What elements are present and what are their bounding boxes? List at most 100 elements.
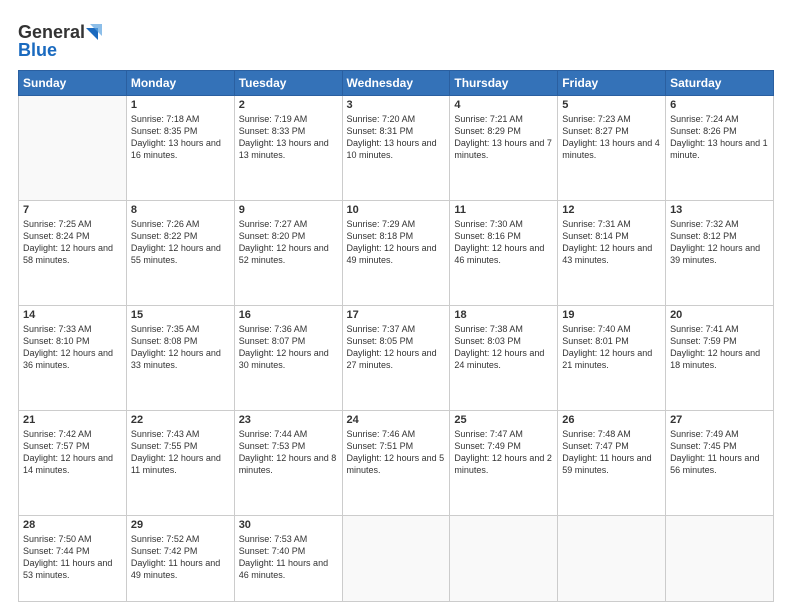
calendar-week-4: 21 Sunrise: 7:42 AMSunset: 7:57 PMDayligh… xyxy=(19,411,774,516)
day-number: 3 xyxy=(347,99,446,111)
logo-svg: General Blue xyxy=(18,18,108,60)
day-number: 24 xyxy=(347,414,446,426)
day-number: 17 xyxy=(347,309,446,321)
calendar-cell: 5 Sunrise: 7:23 AMSunset: 8:27 PMDaylight… xyxy=(558,96,666,201)
cell-content: Sunrise: 7:32 AMSunset: 8:12 PMDaylight:… xyxy=(670,218,769,267)
calendar-cell xyxy=(450,516,558,602)
cell-content: Sunrise: 7:30 AMSunset: 8:16 PMDaylight:… xyxy=(454,218,553,267)
calendar-cell: 1Sunrise: 7:18 AMSunset: 8:35 PMDaylight… xyxy=(126,96,234,201)
page-header: General Blue xyxy=(18,18,774,60)
day-number: 4 xyxy=(454,99,553,111)
calendar-cell: 23 Sunrise: 7:44 AMSunset: 7:53 PMDayligh… xyxy=(234,411,342,516)
calendar-cell xyxy=(342,516,450,602)
cell-content: Sunrise: 7:26 AMSunset: 8:22 PMDaylight:… xyxy=(131,218,230,267)
calendar-cell xyxy=(19,96,127,201)
day-number: 26 xyxy=(562,414,661,426)
calendar-cell: 3 Sunrise: 7:20 AMSunset: 8:31 PMDaylight… xyxy=(342,96,450,201)
calendar-cell: 11 Sunrise: 7:30 AMSunset: 8:16 PMDayligh… xyxy=(450,201,558,306)
weekday-header-saturday: Saturday xyxy=(666,71,774,96)
calendar-cell: 4 Sunrise: 7:21 AMSunset: 8:29 PMDaylight… xyxy=(450,96,558,201)
day-number: 14 xyxy=(23,309,122,321)
calendar-cell: 8 Sunrise: 7:26 AMSunset: 8:22 PMDaylight… xyxy=(126,201,234,306)
day-number: 12 xyxy=(562,204,661,216)
cell-content: Sunrise: 7:53 AMSunset: 7:40 PMDaylight:… xyxy=(239,533,338,582)
cell-content: Sunrise: 7:35 AMSunset: 8:08 PMDaylight:… xyxy=(131,323,230,372)
cell-content: Sunrise: 7:40 AMSunset: 8:01 PMDaylight:… xyxy=(562,323,661,372)
day-number: 27 xyxy=(670,414,769,426)
calendar-cell xyxy=(558,516,666,602)
calendar-week-1: 1Sunrise: 7:18 AMSunset: 8:35 PMDaylight… xyxy=(19,96,774,201)
cell-content: Sunrise: 7:36 AMSunset: 8:07 PMDaylight:… xyxy=(239,323,338,372)
day-number: 2 xyxy=(239,99,338,111)
day-number: 22 xyxy=(131,414,230,426)
day-number: 8 xyxy=(131,204,230,216)
svg-text:General: General xyxy=(18,22,85,42)
day-number: 9 xyxy=(239,204,338,216)
day-number: 13 xyxy=(670,204,769,216)
day-number: 20 xyxy=(670,309,769,321)
cell-content: Sunrise: 7:50 AMSunset: 7:44 PMDaylight:… xyxy=(23,533,122,582)
weekday-header-friday: Friday xyxy=(558,71,666,96)
day-number: 11 xyxy=(454,204,553,216)
day-number: 7 xyxy=(23,204,122,216)
cell-content: Sunrise: 7:41 AMSunset: 7:59 PMDaylight:… xyxy=(670,323,769,372)
weekday-header-thursday: Thursday xyxy=(450,71,558,96)
day-number: 23 xyxy=(239,414,338,426)
day-number: 18 xyxy=(454,309,553,321)
day-number: 21 xyxy=(23,414,122,426)
calendar-cell: 22 Sunrise: 7:43 AMSunset: 7:55 PMDayligh… xyxy=(126,411,234,516)
weekday-header-sunday: Sunday xyxy=(19,71,127,96)
cell-content: Sunrise: 7:48 AMSunset: 7:47 PMDaylight:… xyxy=(562,428,661,477)
cell-content: Sunrise: 7:24 AMSunset: 8:26 PMDaylight:… xyxy=(670,113,769,162)
calendar-cell: 20 Sunrise: 7:41 AMSunset: 7:59 PMDayligh… xyxy=(666,306,774,411)
calendar-cell: 28 Sunrise: 7:50 AMSunset: 7:44 PMDayligh… xyxy=(19,516,127,602)
day-number: 29 xyxy=(131,519,230,531)
day-number: 10 xyxy=(347,204,446,216)
calendar-cell: 25 Sunrise: 7:47 AMSunset: 7:49 PMDayligh… xyxy=(450,411,558,516)
calendar-cell xyxy=(666,516,774,602)
logo: General Blue xyxy=(18,18,108,60)
svg-text:Blue: Blue xyxy=(18,40,57,60)
calendar-cell: 10Sunrise: 7:29 AMSunset: 8:18 PMDayligh… xyxy=(342,201,450,306)
cell-content: Sunrise: 7:18 AMSunset: 8:35 PMDaylight:… xyxy=(131,113,230,162)
calendar-cell: 21 Sunrise: 7:42 AMSunset: 7:57 PMDayligh… xyxy=(19,411,127,516)
calendar-cell: 29 Sunrise: 7:52 AMSunset: 7:42 PMDayligh… xyxy=(126,516,234,602)
calendar-header-row: SundayMondayTuesdayWednesdayThursdayFrid… xyxy=(19,71,774,96)
day-number: 25 xyxy=(454,414,553,426)
calendar-cell: 17 Sunrise: 7:37 AMSunset: 8:05 PMDayligh… xyxy=(342,306,450,411)
calendar-cell: 30 Sunrise: 7:53 AMSunset: 7:40 PMDayligh… xyxy=(234,516,342,602)
calendar-cell: 2Sunrise: 7:19 AMSunset: 8:33 PMDaylight… xyxy=(234,96,342,201)
calendar-week-5: 28 Sunrise: 7:50 AMSunset: 7:44 PMDayligh… xyxy=(19,516,774,602)
cell-content: Sunrise: 7:23 AMSunset: 8:27 PMDaylight:… xyxy=(562,113,661,162)
calendar-cell: 13 Sunrise: 7:32 AMSunset: 8:12 PMDayligh… xyxy=(666,201,774,306)
cell-content: Sunrise: 7:52 AMSunset: 7:42 PMDaylight:… xyxy=(131,533,230,582)
cell-content: Sunrise: 7:49 AMSunset: 7:45 PMDaylight:… xyxy=(670,428,769,477)
cell-content: Sunrise: 7:42 AMSunset: 7:57 PMDaylight:… xyxy=(23,428,122,477)
day-number: 16 xyxy=(239,309,338,321)
cell-content: Sunrise: 7:43 AMSunset: 7:55 PMDaylight:… xyxy=(131,428,230,477)
calendar-cell: 24Sunrise: 7:46 AMSunset: 7:51 PMDayligh… xyxy=(342,411,450,516)
cell-content: Sunrise: 7:21 AMSunset: 8:29 PMDaylight:… xyxy=(454,113,553,162)
weekday-header-tuesday: Tuesday xyxy=(234,71,342,96)
cell-content: Sunrise: 7:37 AMSunset: 8:05 PMDaylight:… xyxy=(347,323,446,372)
day-number: 5 xyxy=(562,99,661,111)
calendar-cell: 19Sunrise: 7:40 AMSunset: 8:01 PMDayligh… xyxy=(558,306,666,411)
cell-content: Sunrise: 7:47 AMSunset: 7:49 PMDaylight:… xyxy=(454,428,553,477)
calendar-cell: 6 Sunrise: 7:24 AMSunset: 8:26 PMDaylight… xyxy=(666,96,774,201)
cell-content: Sunrise: 7:38 AMSunset: 8:03 PMDaylight:… xyxy=(454,323,553,372)
day-number: 30 xyxy=(239,519,338,531)
weekday-header-monday: Monday xyxy=(126,71,234,96)
day-number: 6 xyxy=(670,99,769,111)
cell-content: Sunrise: 7:20 AMSunset: 8:31 PMDaylight:… xyxy=(347,113,446,162)
day-number: 28 xyxy=(23,519,122,531)
calendar-table: SundayMondayTuesdayWednesdayThursdayFrid… xyxy=(18,70,774,602)
calendar-cell: 27 Sunrise: 7:49 AMSunset: 7:45 PMDayligh… xyxy=(666,411,774,516)
calendar-week-2: 7Sunrise: 7:25 AMSunset: 8:24 PMDaylight… xyxy=(19,201,774,306)
calendar-cell: 14Sunrise: 7:33 AMSunset: 8:10 PMDayligh… xyxy=(19,306,127,411)
calendar-cell: 18 Sunrise: 7:38 AMSunset: 8:03 PMDayligh… xyxy=(450,306,558,411)
calendar-cell: 16 Sunrise: 7:36 AMSunset: 8:07 PMDayligh… xyxy=(234,306,342,411)
day-number: 15 xyxy=(131,309,230,321)
cell-content: Sunrise: 7:31 AMSunset: 8:14 PMDaylight:… xyxy=(562,218,661,267)
cell-content: Sunrise: 7:44 AMSunset: 7:53 PMDaylight:… xyxy=(239,428,338,477)
cell-content: Sunrise: 7:27 AMSunset: 8:20 PMDaylight:… xyxy=(239,218,338,267)
